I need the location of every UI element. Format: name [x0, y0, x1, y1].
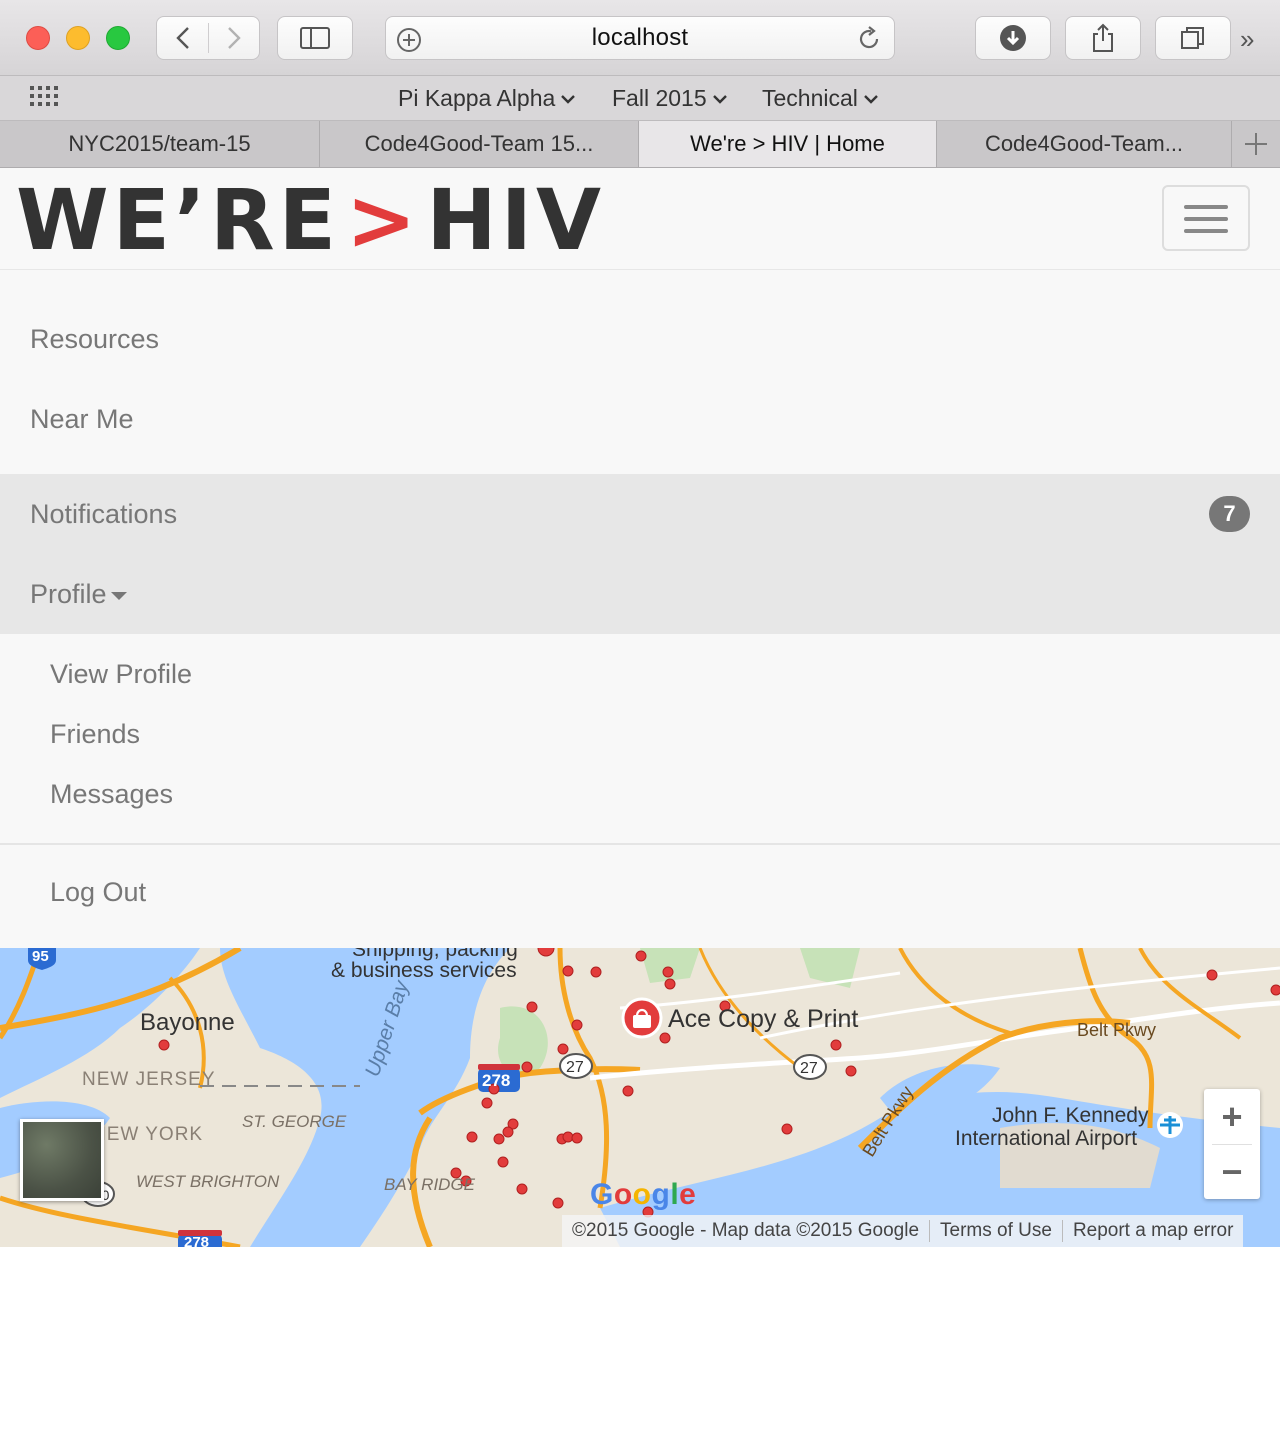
- logo-chevron: >: [346, 171, 421, 269]
- sidebar-icon: [300, 27, 330, 49]
- share-button[interactable]: [1065, 16, 1141, 60]
- add-icon[interactable]: [396, 27, 422, 53]
- map-label-jfk-2: International Airport: [955, 1127, 1137, 1150]
- forward-button[interactable]: [208, 17, 259, 59]
- tab-code4good-team[interactable]: Code4Good-Team...: [937, 121, 1232, 167]
- map-label-new-jersey: NEW JERSEY: [82, 1069, 216, 1090]
- logo-text-were: WE’RE: [16, 171, 341, 269]
- map-label-route-278: 278: [482, 1071, 510, 1090]
- map-label-bayonne: Bayonne: [140, 1009, 235, 1036]
- map-label-ace-copy: Ace Copy & Print: [668, 1005, 858, 1033]
- nav-link-resources[interactable]: Resources: [30, 324, 159, 355]
- tab-code4good-team-15[interactable]: Code4Good-Team 15...: [320, 121, 639, 167]
- map-label-route-95: 95: [32, 948, 49, 965]
- maximize-window-button[interactable]: [106, 26, 130, 50]
- airplane-icon: [1157, 1112, 1183, 1138]
- tab-were-hiv-home[interactable]: We're > HIV | Home: [639, 121, 937, 167]
- url-text: localhost: [591, 24, 689, 51]
- favorite-folder-pi-kappa-alpha[interactable]: Pi Kappa Alpha: [398, 85, 576, 112]
- map-label-route-27b: 27: [800, 1060, 818, 1077]
- favorite-label: Technical: [762, 85, 858, 111]
- map-attribution: ©2015 Google - Map data ©2015 Google Ter…: [562, 1215, 1244, 1247]
- tabs-icon: [1181, 27, 1204, 49]
- browser-toolbar: localhost »: [0, 0, 1280, 76]
- nav-link-notifications[interactable]: Notifications: [30, 499, 177, 530]
- hamburger-icon: [1184, 205, 1228, 209]
- dropdown-item-log-out[interactable]: Log Out: [50, 877, 146, 908]
- caret-down-icon: [110, 591, 127, 600]
- shopping-bag-pin-icon[interactable]: [621, 997, 663, 1039]
- tab-overview-button[interactable]: [1155, 16, 1231, 60]
- terms-of-use-link[interactable]: Terms of Use: [930, 1220, 1062, 1242]
- nav-dropdown-profile[interactable]: Profile: [30, 579, 127, 610]
- chevron-left-icon: [175, 27, 189, 49]
- favorite-label: Fall 2015: [612, 85, 707, 111]
- map-label-belt-pkwy-1: Belt Pkwy: [1077, 1020, 1156, 1040]
- chevron-down-icon: [712, 94, 727, 104]
- map-label-st-george: ST. GEORGE: [242, 1112, 347, 1131]
- nav-menu: Resources Near Me Notifications 7 Profil…: [0, 270, 1280, 948]
- back-button[interactable]: [157, 17, 208, 59]
- tab-nyc2015-team-15[interactable]: NYC2015/team-15: [0, 121, 320, 167]
- minimize-window-button[interactable]: [66, 26, 90, 50]
- map-label-west-brighton: WEST BRIGHTON: [136, 1172, 280, 1191]
- zoom-out-button[interactable]: −: [1204, 1144, 1260, 1199]
- menu-toggle-button[interactable]: [1162, 185, 1250, 251]
- map-copyright: ©2015 Google - Map data ©2015 Google: [572, 1220, 920, 1241]
- close-window-button[interactable]: [26, 26, 50, 50]
- nav-active-group: [0, 474, 1280, 634]
- address-bar[interactable]: localhost: [385, 16, 895, 60]
- nav-link-near-me[interactable]: Near Me: [30, 404, 134, 435]
- satellite-view-toggle[interactable]: [20, 1119, 104, 1201]
- sidebar-toggle-button[interactable]: [277, 16, 353, 60]
- dropdown-divider: [0, 843, 1280, 845]
- dropdown-item-view-profile[interactable]: View Profile: [50, 659, 192, 690]
- site-navbar: WE’RE > HIV: [0, 168, 1280, 270]
- plus-icon: [1245, 133, 1267, 155]
- new-tab-button[interactable]: [1232, 121, 1280, 167]
- tab-bar: NYC2015/team-15 Code4Good-Team 15... We'…: [0, 121, 1280, 168]
- map-label-route-27a: 27: [566, 1059, 584, 1076]
- chevron-down-icon: [864, 94, 878, 104]
- profile-label: Profile: [30, 579, 107, 609]
- downloads-button[interactable]: [975, 16, 1051, 60]
- map-label-shipping-2: & business services: [331, 959, 517, 982]
- google-logo: Google: [590, 1178, 696, 1212]
- site-logo[interactable]: WE’RE > HIV: [16, 171, 605, 269]
- share-icon: [1093, 23, 1113, 52]
- notifications-badge: 7: [1209, 496, 1250, 532]
- favorite-folder-fall-2015[interactable]: Fall 2015: [612, 85, 727, 112]
- more-toolbar-icon[interactable]: »: [1240, 24, 1254, 55]
- favorite-label: Pi Kappa Alpha: [398, 85, 556, 111]
- logo-text-hiv: HIV: [426, 171, 605, 269]
- google-logo-text: Google: [590, 1178, 697, 1211]
- dropdown-item-messages[interactable]: Messages: [50, 779, 173, 810]
- apps-grid-icon[interactable]: [30, 86, 60, 108]
- zoom-controls: + −: [1204, 1089, 1260, 1199]
- favorite-folder-technical[interactable]: Technical: [762, 85, 878, 112]
- chevron-right-icon: [227, 27, 241, 49]
- report-map-error-link[interactable]: Report a map error: [1063, 1220, 1244, 1242]
- zoom-in-button[interactable]: +: [1204, 1089, 1260, 1144]
- map-label-jfk-1: John F. Kennedy: [992, 1104, 1149, 1127]
- map-widget[interactable]: 95 278 278 27 27 440 Bayonne NEW JERSEY …: [0, 948, 1280, 1247]
- map-label-new-york: NEW YORK: [92, 1124, 203, 1145]
- web-page: WE’RE > HIV Resources Near Me Notificati…: [0, 168, 1280, 1444]
- map-label-bay-ridge: BAY RIDGE: [384, 1175, 476, 1194]
- map-label-route-278b: 278: [184, 1234, 209, 1247]
- download-icon: [1000, 25, 1026, 51]
- history-nav-group: [156, 16, 260, 60]
- chevron-down-icon: [561, 94, 576, 104]
- reload-icon[interactable]: [856, 25, 882, 53]
- favorites-bar: Pi Kappa Alpha Fall 2015 Technical: [0, 76, 1280, 121]
- dropdown-item-friends[interactable]: Friends: [50, 719, 140, 750]
